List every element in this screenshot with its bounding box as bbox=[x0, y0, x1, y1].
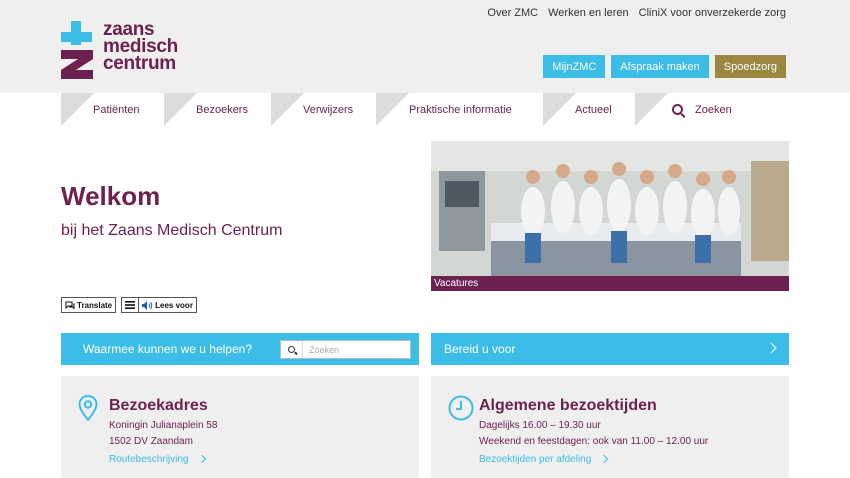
location-pin-icon bbox=[78, 394, 98, 422]
menu-icon bbox=[125, 301, 136, 309]
nav-search-label: Zoeken bbox=[695, 103, 732, 116]
bereid-label: Bereid u voor bbox=[444, 342, 516, 356]
help-search-bar: Waarmee kunnen we u helpen? bbox=[61, 333, 419, 365]
utility-links: Over ZMC Werken en leren CliniX voor onv… bbox=[487, 7, 786, 19]
link-over-zmc[interactable]: Over ZMC bbox=[487, 7, 538, 19]
help-search-box bbox=[280, 340, 411, 359]
menu-button[interactable] bbox=[122, 298, 139, 312]
link-werken-en-leren[interactable]: Werken en leren bbox=[548, 7, 629, 19]
bereid-u-voor-link[interactable]: Bereid u voor bbox=[431, 333, 789, 365]
chevron-right-icon bbox=[197, 454, 206, 464]
bezoektijden-label: Bezoektijden per afdeling bbox=[479, 454, 592, 465]
zmc-logo[interactable]: zaans medisch centrum bbox=[61, 19, 201, 81]
link-clinix[interactable]: CliniX voor onverzekerde zorg bbox=[639, 7, 786, 19]
spoedzorg-button[interactable]: Spoedzorg bbox=[714, 55, 786, 78]
help-search-input[interactable] bbox=[303, 344, 403, 355]
nav-item-patienten[interactable]: Patiënten bbox=[61, 93, 164, 126]
lees-voor-button[interactable]: Lees voor bbox=[139, 298, 196, 312]
visiting-hours-weekend: Weekend en feestdagen: ook van 11.00 – 1… bbox=[479, 436, 709, 447]
routebeschrijving-label: Routebeschrijving bbox=[109, 454, 189, 465]
nav-item-verwijzers[interactable]: Verwijzers bbox=[271, 93, 376, 126]
page-subtitle: bij het Zaans Medisch Centrum bbox=[61, 222, 283, 239]
visiting-hours-daily: Dagelijks 16.00 – 19.30 uur bbox=[479, 420, 601, 431]
nav-item-praktische-informatie[interactable]: Praktische informatie bbox=[376, 93, 543, 126]
logo-mark-icon bbox=[61, 21, 93, 79]
chevron-right-icon bbox=[600, 454, 609, 464]
translate-button[interactable]: Translate bbox=[61, 297, 117, 313]
hero-photo[interactable] bbox=[431, 141, 789, 276]
address-street: Koningin Julianaplein 58 bbox=[109, 420, 218, 431]
lees-voor-group: Lees voor bbox=[121, 297, 197, 313]
address-postcode: 1502 DV Zaandam bbox=[109, 436, 193, 447]
main-nav: Patiënten Bezoekers Verwijzers Praktisch… bbox=[61, 93, 789, 126]
bezoektijden-per-afdeling-link[interactable]: Bezoektijden per afdeling bbox=[479, 454, 609, 465]
search-icon bbox=[672, 104, 683, 115]
search-icon bbox=[288, 346, 295, 353]
nav-item-bezoekers[interactable]: Bezoekers bbox=[164, 93, 271, 126]
visiting-hours-card: Algemene bezoektijden Dagelijks 16.00 – … bbox=[431, 376, 789, 478]
nav-item-actueel[interactable]: Actueel bbox=[543, 93, 635, 126]
chat-icon bbox=[65, 301, 75, 309]
help-label: Waarmee kunnen we u helpen? bbox=[83, 342, 252, 356]
clock-icon bbox=[448, 395, 474, 421]
speaker-icon bbox=[142, 300, 153, 310]
visiting-hours-title: Algemene bezoektijden bbox=[479, 397, 657, 414]
afspraak-maken-button[interactable]: Afspraak maken bbox=[611, 55, 709, 78]
mijnzmc-button[interactable]: MijnZMC bbox=[543, 55, 606, 78]
page-title: Welkom bbox=[61, 181, 161, 211]
site-header: Over ZMC Werken en leren CliniX voor onv… bbox=[0, 0, 850, 93]
lees-voor-label: Lees voor bbox=[155, 300, 193, 310]
logo-text: zaans medisch centrum bbox=[103, 19, 178, 74]
translate-label: Translate bbox=[77, 300, 113, 310]
accessibility-tools: Translate Lees voor bbox=[61, 297, 197, 313]
routebeschrijving-link[interactable]: Routebeschrijving bbox=[109, 454, 206, 465]
hero-photo-illustration bbox=[431, 141, 789, 276]
search-submit-button[interactable] bbox=[281, 341, 303, 358]
chevron-right-icon bbox=[765, 342, 777, 354]
header-actions: MijnZMC Afspraak maken Spoedzorg bbox=[543, 55, 786, 78]
address-card: Bezoekadres Koningin Julianaplein 58 150… bbox=[61, 376, 419, 478]
vacatures-caption[interactable]: Vacatures bbox=[431, 276, 789, 291]
nav-item-zoeken[interactable]: Zoeken bbox=[635, 93, 789, 126]
address-title: Bezoekadres bbox=[109, 397, 208, 414]
